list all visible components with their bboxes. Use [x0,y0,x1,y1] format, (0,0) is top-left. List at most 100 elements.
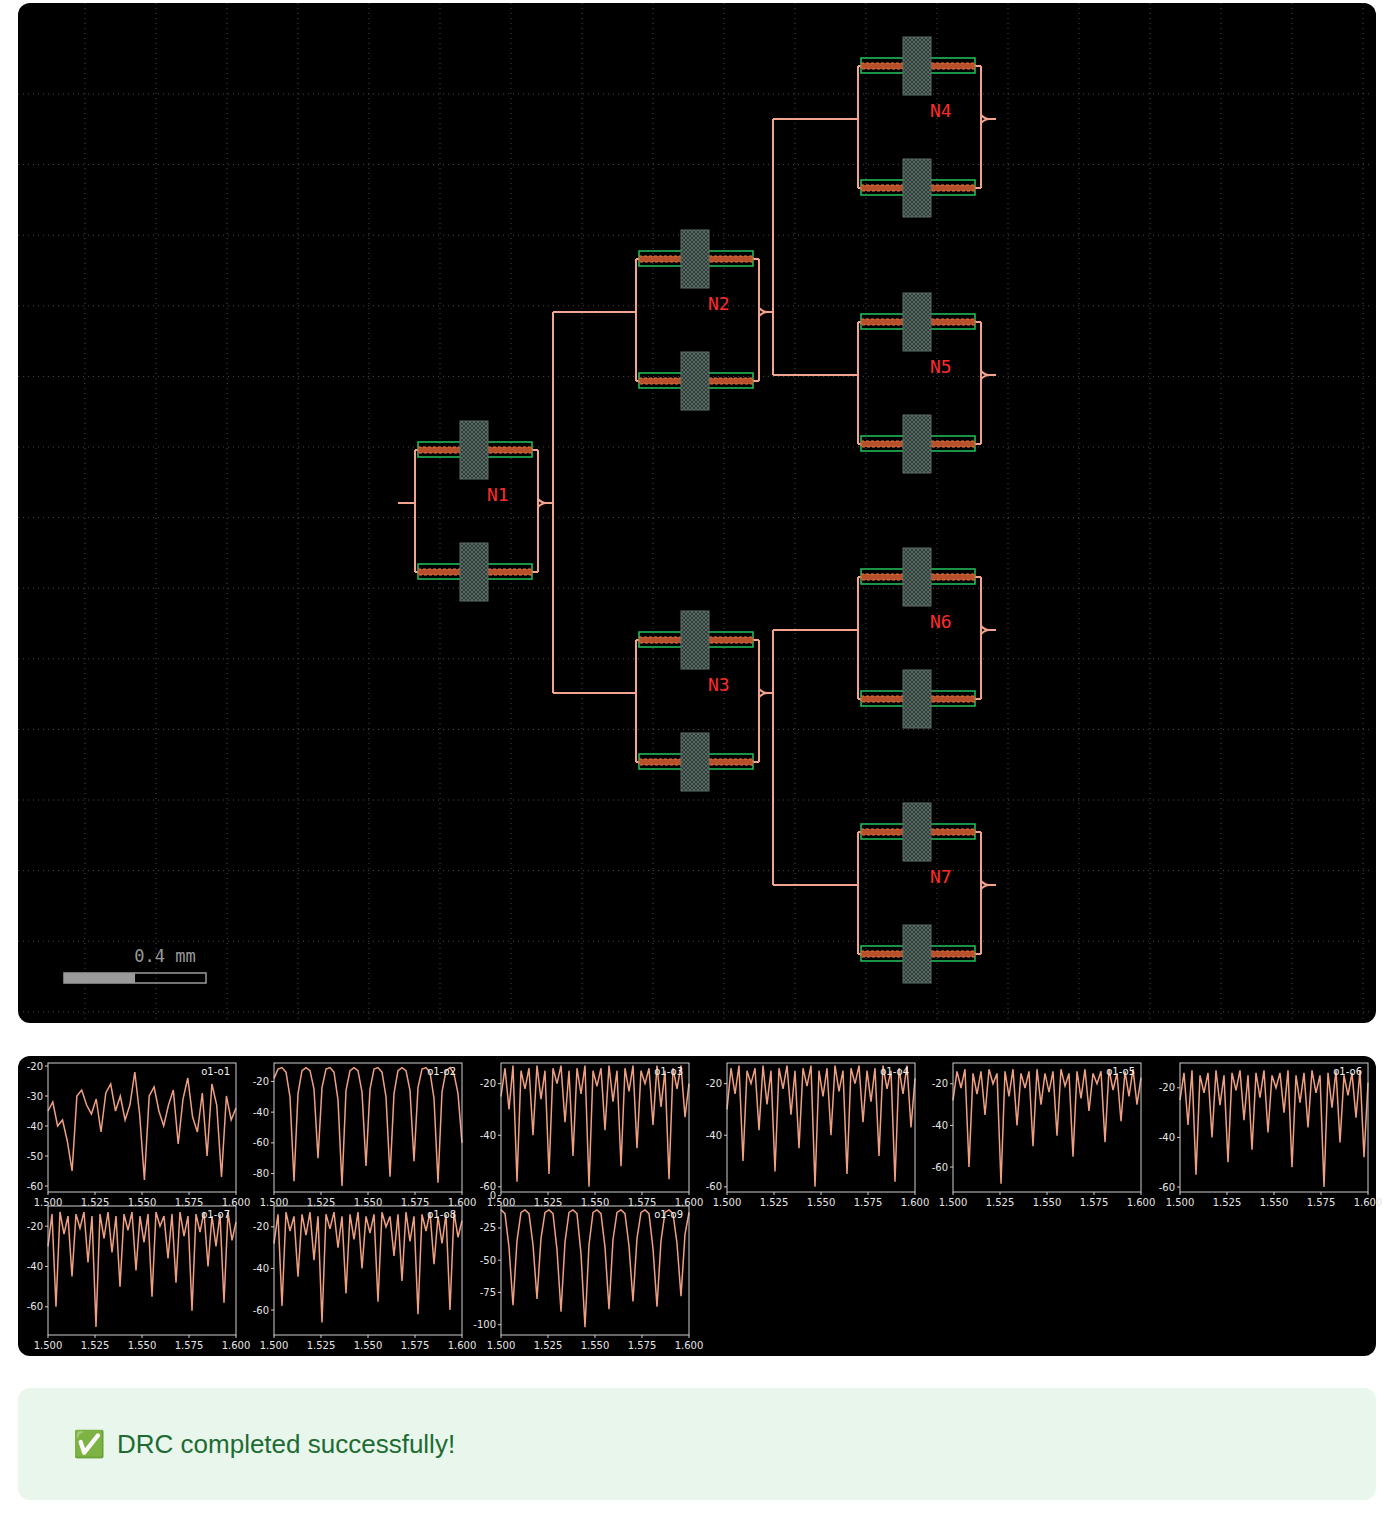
spectrum-chart: 0-25-50-75-1001.5001.5251.5501.5751.600o… [471,1199,696,1342]
heater-arm [858,548,981,606]
mzi-node[interactable]: N7 [841,803,996,983]
svg-text:-40: -40 [932,1120,948,1131]
waveguide-route [773,630,858,885]
svg-text:-60: -60 [27,1301,43,1312]
svg-text:-60: -60 [253,1305,269,1316]
svg-text:1.600: 1.600 [222,1340,251,1351]
scale-bar: 0.4 mm [64,946,206,983]
svg-text:-60: -60 [253,1137,269,1148]
svg-text:0: 0 [489,1190,495,1201]
chart-title: o1-o3 [654,1066,683,1077]
svg-text:1.525: 1.525 [1212,1197,1241,1208]
svg-text:1.550: 1.550 [1259,1197,1288,1208]
svg-text:-100: -100 [473,1319,496,1330]
svg-text:1.550: 1.550 [354,1340,383,1351]
heater-arm [858,925,981,983]
svg-text:1.500: 1.500 [34,1340,63,1351]
chart-title: o1-o2 [428,1066,457,1077]
svg-text:1.500: 1.500 [713,1197,742,1208]
series-line [727,1066,915,1187]
svg-text:1.550: 1.550 [128,1340,157,1351]
svg-text:1.575: 1.575 [1080,1197,1109,1208]
series-line [48,1212,236,1327]
heater-arm [415,543,538,601]
app: N1N2N3N4N5N6N70.4 mm-20-30-40-50-601.500… [0,0,1394,1523]
heater-arm [858,803,981,861]
series-line [501,1066,689,1187]
layout-panel: N1 N2 N3 N4 N5 N6 N7 0.4 mm [18,3,1376,1023]
svg-text:-20: -20 [1158,1082,1174,1093]
svg-text:1.600: 1.600 [901,1197,930,1208]
mzi-node[interactable]: N6 [841,548,996,728]
heater-arm [858,159,981,217]
svg-text:1.600: 1.600 [1353,1197,1382,1208]
node-label: N4 [930,100,952,121]
heater-arm [636,611,759,669]
heater-arm [858,37,981,95]
svg-text:-50: -50 [479,1255,495,1266]
svg-text:1.525: 1.525 [533,1340,562,1351]
chart-title: o1-o4 [880,1066,909,1077]
check-icon: ✅ [73,1431,105,1457]
svg-text:-20: -20 [479,1078,495,1089]
chart-title: o1-o6 [1333,1066,1362,1077]
svg-text:1.600: 1.600 [448,1340,477,1351]
node-label: N5 [930,356,952,377]
node-label: N2 [708,293,730,314]
svg-text:-50: -50 [27,1151,43,1162]
heater-arm [858,415,981,473]
chart-title: o1-o5 [1107,1066,1136,1077]
mzi-node[interactable]: N5 [841,293,996,473]
svg-text:1.575: 1.575 [854,1197,883,1208]
heater-arm [636,230,759,288]
svg-text:1.525: 1.525 [760,1197,789,1208]
heater-arm [636,733,759,791]
svg-text:1.550: 1.550 [1033,1197,1062,1208]
waveguide-route [553,312,636,693]
spectrum-chart: -20-40-601.5001.5251.5501.5751.600o1-o3 [471,1056,696,1199]
spectrum-chart: -20-40-601.5001.5251.5501.5751.600o1-o5 [923,1056,1148,1199]
svg-text:1.550: 1.550 [807,1197,836,1208]
svg-text:1.575: 1.575 [401,1340,430,1351]
spectrum-chart: -20-40-60-801.5001.5251.5501.5751.600o1-… [244,1056,469,1199]
svg-text:-20: -20 [932,1078,948,1089]
svg-text:-40: -40 [479,1130,495,1141]
svg-text:-20: -20 [706,1078,722,1089]
node-label: N1 [487,484,509,505]
chart-title: o1-o7 [201,1209,230,1220]
heater-arm [636,352,759,410]
svg-text:-80: -80 [253,1168,269,1179]
svg-text:-20: -20 [27,1221,43,1232]
svg-text:-60: -60 [932,1162,948,1173]
spectrum-chart: -20-40-601.5001.5251.5501.5751.600o1-o8 [244,1199,469,1342]
series-line [1180,1070,1368,1187]
node-label: N7 [930,866,952,887]
layout-canvas[interactable]: N1 N2 N3 N4 N5 N6 N7 0.4 mm [18,3,1372,1023]
svg-text:-20: -20 [253,1076,269,1087]
waveguide-route [773,119,858,375]
series-line [953,1069,1141,1184]
svg-text:-25: -25 [479,1222,495,1233]
node-label: N3 [708,674,730,695]
svg-text:1.525: 1.525 [307,1340,336,1351]
svg-text:1.500: 1.500 [260,1340,289,1351]
status-banner: ✅ DRC completed successfully! [18,1388,1376,1500]
mzi-node[interactable]: N1 [398,421,553,601]
heater-arm [858,670,981,728]
mzi-node[interactable]: N4 [841,37,996,217]
svg-text:-75: -75 [479,1287,495,1298]
svg-text:1.575: 1.575 [175,1340,204,1351]
chart-title: o1-o8 [428,1209,457,1220]
series-line [501,1210,689,1327]
plots-panel: -20-30-40-50-601.5001.5251.5501.5751.600… [18,1056,1376,1356]
svg-text:-40: -40 [253,1107,269,1118]
svg-text:-40: -40 [27,1261,43,1272]
banner-text: DRC completed successfully! [117,1425,455,1464]
svg-text:1.500: 1.500 [939,1197,968,1208]
spectrum-chart: -20-40-601.5001.5251.5501.5751.600o1-o7 [18,1199,243,1342]
mzi-node[interactable]: N2 [619,230,774,410]
chart-title: o1-o9 [654,1209,683,1220]
svg-text:1.525: 1.525 [81,1340,110,1351]
svg-text:-40: -40 [1158,1132,1174,1143]
mzi-node[interactable]: N3 [619,611,774,791]
